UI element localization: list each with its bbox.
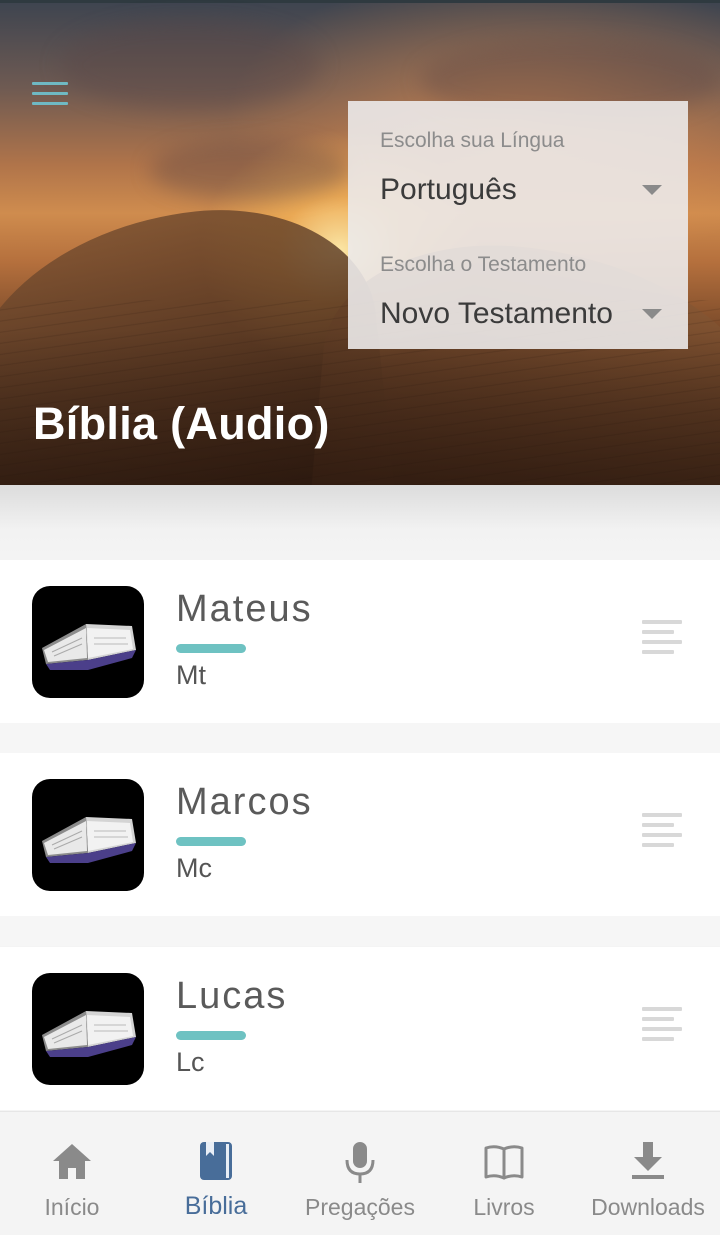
header-shadow: [0, 485, 720, 560]
open-book-thumbnail-icon: [32, 973, 144, 1085]
card-separator: [0, 723, 720, 753]
nav-label: Bíblia: [184, 1192, 248, 1220]
download-icon: [626, 1140, 670, 1184]
book-title: Mateus: [176, 588, 313, 630]
book-card-mateus[interactable]: Mateus Mt: [0, 560, 720, 723]
book-title: Lucas: [176, 975, 288, 1017]
book-card-marcos[interactable]: Marcos Mc: [0, 753, 720, 916]
bottom-navigation: Início Bíblia Pregações Livros Downloads: [0, 1111, 720, 1235]
open-book-thumbnail-icon: [32, 586, 144, 698]
nav-item-pregacoes[interactable]: Pregações: [288, 1112, 432, 1235]
header-banner: Bíblia (Audio) Escolha sua Língua Portug…: [0, 0, 720, 485]
book-abbreviation: Mt: [176, 660, 206, 690]
cloud-decoration: [60, 20, 320, 110]
top-line: [0, 0, 720, 3]
chapter-list-icon[interactable]: [630, 809, 686, 859]
microphone-icon: [338, 1140, 382, 1184]
app-root: Bíblia (Audio) Escolha sua Língua Portug…: [0, 0, 720, 1235]
testament-label: Escolha o Testamento: [380, 253, 587, 276]
language-select[interactable]: Escolha sua Língua Português: [348, 121, 688, 211]
bible-icon: [194, 1140, 238, 1184]
hamburger-menu-icon[interactable]: [30, 80, 70, 110]
nav-item-inicio[interactable]: Início: [0, 1112, 144, 1235]
book-abbreviation: Lc: [176, 1047, 205, 1077]
accent-bar: [176, 644, 246, 653]
book-card-lucas[interactable]: Lucas Lc: [0, 947, 720, 1110]
card-separator: [0, 916, 720, 946]
selector-panel: Escolha sua Língua Português Escolha o T…: [348, 101, 688, 349]
chevron-down-icon: [642, 185, 662, 195]
language-label: Escolha sua Língua: [380, 129, 565, 152]
nav-item-biblia[interactable]: Bíblia: [144, 1112, 288, 1235]
chapter-list-icon[interactable]: [630, 1003, 686, 1053]
book-abbreviation: Mc: [176, 853, 212, 883]
accent-bar: [176, 1031, 246, 1040]
nav-label: Downloads: [591, 1194, 705, 1220]
accent-bar: [176, 837, 246, 846]
nav-label: Início: [44, 1194, 100, 1220]
testament-select[interactable]: Escolha o Testamento Novo Testamento: [348, 245, 688, 335]
chevron-down-icon: [642, 309, 662, 319]
home-icon: [50, 1140, 94, 1184]
open-book-icon: [482, 1140, 526, 1184]
page-title: Bíblia (Audio): [33, 398, 330, 449]
book-title: Marcos: [176, 781, 313, 823]
nav-item-livros[interactable]: Livros: [432, 1112, 576, 1235]
open-book-thumbnail-icon: [32, 779, 144, 891]
testament-value: Novo Testamento: [380, 297, 613, 330]
chapter-list-icon[interactable]: [630, 616, 686, 666]
nav-label: Livros: [473, 1194, 535, 1220]
nav-label: Pregações: [305, 1194, 415, 1220]
cloud-decoration: [150, 140, 350, 200]
language-value: Português: [380, 173, 517, 206]
nav-item-downloads[interactable]: Downloads: [576, 1112, 720, 1235]
